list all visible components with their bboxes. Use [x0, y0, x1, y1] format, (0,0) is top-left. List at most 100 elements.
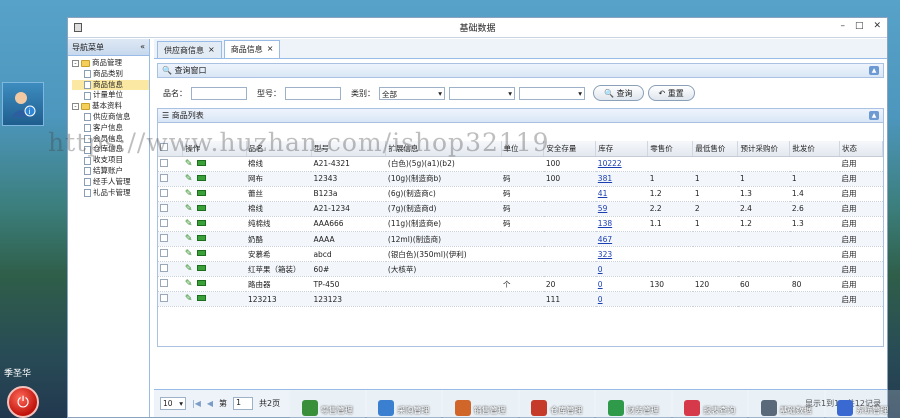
stock-link[interactable]: 0 — [598, 295, 603, 304]
nav-item-12[interactable]: 礼品卡管理 — [72, 188, 149, 199]
table-row[interactable]: ✎ 安慕希 abcd (银白色)(350ml)(伊利) 323 启用 — [158, 246, 883, 263]
delete-icon[interactable] — [197, 159, 207, 166]
stock-link[interactable]: 381 — [598, 174, 612, 183]
delete-icon[interactable] — [197, 219, 207, 226]
table-row[interactable]: ✎ 蕾丝 B123a (6g)(制造商c) 码 41 1.2 1 1.3 1.4 启用 — [158, 186, 883, 202]
delete-icon[interactable] — [197, 250, 207, 257]
nav-item-5[interactable]: 供应商信息 — [72, 112, 149, 123]
nav-item-2[interactable]: 商品信息 — [72, 79, 149, 91]
taskbar-item-6[interactable]: 基础数据 — [749, 390, 824, 418]
row-checkbox[interactable] — [160, 264, 168, 273]
undo-icon: ↶ — [658, 89, 666, 98]
delete-icon[interactable] — [197, 189, 207, 196]
row-actions: ✎ — [182, 186, 246, 202]
nav-item-11[interactable]: 经手人管理 — [72, 177, 149, 188]
reset-button[interactable]: ↶ 重置 — [647, 85, 695, 101]
close-icon[interactable]: × — [267, 44, 274, 55]
category-select-3[interactable]: ▾ — [519, 86, 585, 100]
delete-icon[interactable] — [197, 265, 207, 272]
edit-icon[interactable]: ✎ — [185, 174, 193, 184]
stock-link[interactable]: 323 — [598, 250, 612, 259]
nav-item-10[interactable]: 结算账户 — [72, 166, 149, 177]
page-size-select[interactable]: 10 ▾ — [160, 397, 186, 410]
taskbar-item-1[interactable]: 采购管理 — [366, 390, 441, 418]
model-input[interactable] — [285, 86, 341, 100]
table-row[interactable]: ✎ 123213 123123 111 0 启用 — [158, 291, 883, 308]
edit-icon[interactable]: ✎ — [185, 219, 193, 229]
row-checkbox[interactable] — [160, 218, 168, 227]
select-all-checkbox[interactable] — [160, 143, 168, 152]
stock-link[interactable]: 0 — [598, 280, 603, 289]
nav-item-8[interactable]: 仓库信息 — [72, 144, 149, 155]
expand-icon[interactable]: - — [72, 59, 79, 67]
first-page-icon[interactable]: |◀ — [192, 399, 201, 408]
stock-link[interactable]: 0 — [598, 265, 603, 274]
stock-link[interactable]: 59 — [598, 204, 608, 213]
stock-link[interactable]: 138 — [598, 219, 612, 228]
nav-item-1[interactable]: 商品类别 — [72, 69, 149, 80]
tab-1[interactable]: 商品信息 × — [223, 40, 281, 58]
minimize-icon[interactable]: – — [840, 21, 845, 31]
category-select-2[interactable]: ▾ — [449, 86, 515, 100]
delete-icon[interactable] — [197, 204, 207, 211]
user-avatar[interactable]: i — [2, 82, 44, 126]
edit-icon[interactable]: ✎ — [185, 264, 193, 274]
row-checkbox[interactable] — [160, 294, 168, 303]
category-select-1[interactable]: 全部 ▾ — [379, 86, 445, 100]
delete-icon[interactable] — [197, 295, 207, 302]
table-row[interactable]: ✎ 网布 12343 (10g)(制造商b) 码 100 381 1 1 1 1 启用 — [158, 171, 883, 187]
nav-item-9[interactable]: 收支项目 — [72, 155, 149, 166]
row-checkbox[interactable] — [160, 188, 168, 197]
nav-item-4[interactable]: - 基本资料 — [72, 101, 149, 112]
taskbar-item-3[interactable]: 仓库管理 — [519, 390, 594, 418]
edit-icon[interactable]: ✎ — [185, 189, 193, 199]
row-checkbox[interactable] — [160, 279, 168, 288]
row-checkbox[interactable] — [160, 203, 168, 212]
table-row[interactable]: ✎ 棉线 A21-4321 (白色)(5g)(a1)(b2) 100 10222 启用 — [158, 156, 883, 172]
edit-icon[interactable]: ✎ — [185, 159, 193, 169]
nav-item-0[interactable]: - 商品管理 — [72, 58, 149, 69]
delete-icon[interactable] — [197, 174, 207, 181]
search-button[interactable]: 🔍 查询 — [593, 85, 644, 101]
nav-item-7[interactable]: 会员信息 — [72, 134, 149, 145]
tab-0[interactable]: 供应商信息 × — [157, 41, 222, 58]
collapse-query-icon[interactable]: ▲ — [869, 66, 879, 75]
close-icon[interactable]: × — [208, 45, 215, 55]
edit-icon[interactable]: ✎ — [185, 234, 193, 244]
table-row[interactable]: ✎ 红苹果（箱装） 60# (大核苹) 0 启用 — [158, 261, 883, 278]
page-input[interactable]: 1 — [233, 397, 254, 410]
row-checkbox[interactable] — [160, 234, 168, 243]
collapse-icon[interactable]: « — [140, 42, 145, 52]
stock-link[interactable]: 467 — [598, 235, 612, 244]
row-checkbox[interactable] — [160, 173, 168, 182]
prev-page-icon[interactable]: ◀ — [207, 399, 213, 408]
stock-link[interactable]: 41 — [598, 189, 608, 198]
stock-link[interactable]: 10222 — [598, 159, 622, 168]
edit-icon[interactable]: ✎ — [185, 294, 193, 304]
name-input[interactable] — [191, 86, 247, 100]
power-button[interactable]: ⏻ — [7, 386, 39, 418]
taskbar-item-4[interactable]: 财务管理 — [596, 390, 671, 418]
table-row[interactable]: ✎ 路由器 TP-450 个 20 0 130 120 60 80 启用 — [158, 276, 883, 293]
row-checkbox[interactable] — [160, 158, 168, 167]
row-checkbox[interactable] — [160, 249, 168, 258]
taskbar-item-5[interactable]: 报表查询 — [672, 390, 747, 418]
delete-icon[interactable] — [197, 235, 207, 242]
table-row[interactable]: ✎ 棉线 A21-1234 (7g)(制造商d) 码 59 2.2 2 2.4 2.6 启用 — [158, 201, 883, 217]
table-row[interactable]: ✎ 纯棉线 AAA666 (11g)(制造商e) 码 138 1.1 1 1.2 1.3 启用 — [158, 216, 883, 232]
collapse-list-icon[interactable]: ▲ — [869, 111, 879, 120]
cell-retail — [647, 291, 693, 308]
taskbar-item-2[interactable]: 销售管理 — [443, 390, 518, 418]
close-icon[interactable]: ✕ — [873, 21, 881, 31]
edit-icon[interactable]: ✎ — [185, 279, 193, 289]
table-row[interactable]: ✎ 奶酪 AAAA (12ml)(制造商) 467 启用 — [158, 231, 883, 248]
nav-item-6[interactable]: 客户信息 — [72, 123, 149, 134]
edit-icon[interactable]: ✎ — [185, 204, 193, 214]
taskbar-item-7[interactable]: 系统管理 — [825, 390, 900, 418]
delete-icon[interactable] — [197, 280, 207, 287]
taskbar-item-0[interactable]: 零售管理 — [290, 390, 365, 418]
edit-icon[interactable]: ✎ — [185, 249, 193, 259]
maximize-icon[interactable]: □ — [855, 21, 864, 31]
nav-item-3[interactable]: 计量单位 — [72, 90, 149, 101]
expand-icon[interactable]: - — [72, 103, 79, 111]
